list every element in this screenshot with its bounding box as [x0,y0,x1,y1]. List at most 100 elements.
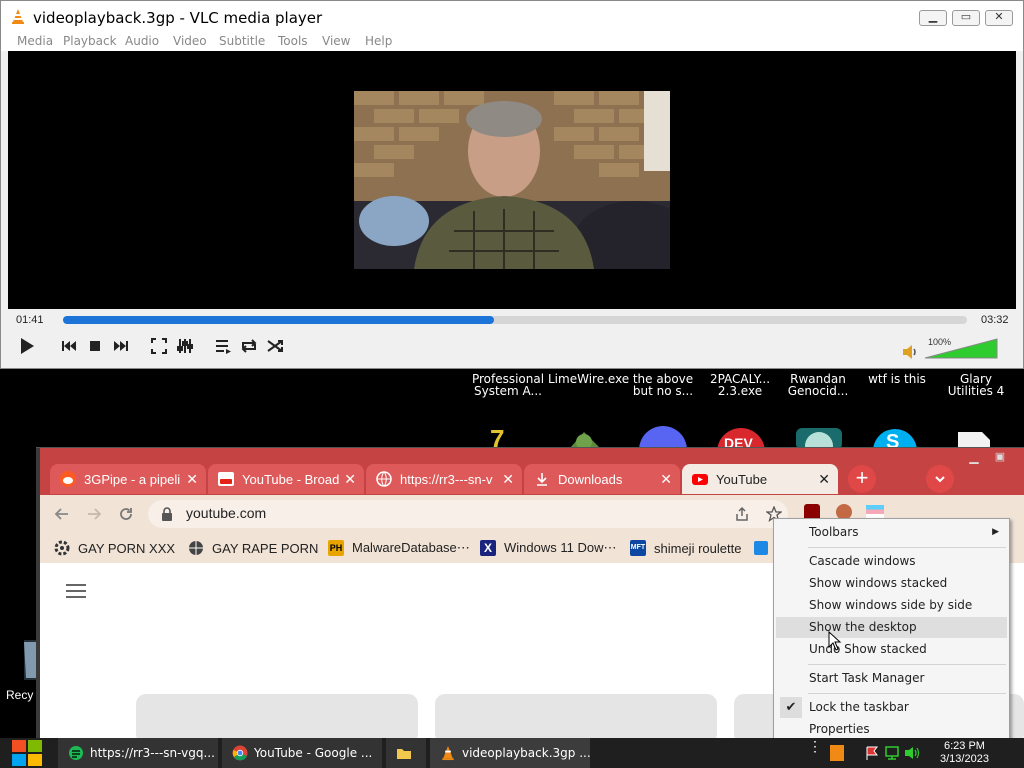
seek-bar-progress [63,316,495,324]
menu-subtitle[interactable]: Subtitle [219,34,265,48]
vlc-close-button[interactable]: ✕ [985,10,1013,26]
menu-view[interactable]: View [322,34,350,48]
desktop-icon-label[interactable]: 2PACALY... 2.3.exe [704,373,776,397]
ctx-show-desktop[interactable]: Show the desktop [776,617,1007,638]
tab-youtube-broad[interactable]: YouTube - Broad ✕ [208,464,364,494]
globe-icon[interactable] [794,426,844,448]
close-icon[interactable]: ✕ [818,471,830,488]
limewire-icon[interactable] [564,428,606,448]
video-thumbnail-placeholder[interactable] [435,694,717,744]
taskbar-item-vlc[interactable]: videoplayback.3gp ... [430,738,590,768]
vlc-maximize-button[interactable]: ▭ [952,10,980,26]
taskbar-item-chrome[interactable]: YouTube - Google ... [222,738,382,768]
desktop-icon-label[interactable]: Glary Utilities 4 [936,373,1016,397]
elapsed-time: 01:41 [16,314,44,326]
bookmark-item[interactable]: MFT shimeji roulette [630,538,741,558]
address-bar[interactable]: youtube.com [148,500,788,528]
tray-vlc-icon[interactable] [830,745,844,761]
desktop-icon-label[interactable]: wtf is this [862,373,932,385]
vlc-titlebar[interactable]: videoplayback.3gp - VLC media player ▁ ▭… [1,1,1023,31]
file-icon[interactable] [956,430,992,448]
ctx-properties[interactable]: Properties [776,719,1007,740]
menu-playback[interactable]: Playback [63,34,117,48]
seek-bar[interactable] [63,316,967,324]
shuffle-button[interactable] [263,334,287,358]
hamburger-menu-icon[interactable] [66,583,86,599]
video-thumbnail-placeholder[interactable] [136,694,418,744]
dev-icon[interactable]: DEV [716,428,766,448]
desktop-icon-label[interactable]: LimeWire.exe [548,373,629,385]
menu-media[interactable]: Media [17,34,53,48]
previous-button[interactable] [57,334,81,358]
windows-start-icon[interactable] [10,739,44,767]
playlist-button[interactable] [211,334,235,358]
loop-button[interactable] [237,334,261,358]
tab-search-button[interactable] [926,465,954,493]
volume-icon[interactable] [904,745,920,761]
ctx-start-task-manager[interactable]: Start Task Manager [776,668,1007,689]
ctx-undo-show-stacked[interactable]: Undo Show stacked [776,639,1007,660]
video-frame [354,91,670,269]
fullscreen-button[interactable] [147,334,171,358]
forward-arrow-icon[interactable] [86,506,102,522]
mft-icon: MFT [630,540,646,556]
x-icon: X [480,540,496,556]
extended-settings-button[interactable] [173,334,197,358]
ctx-show-windows-stacked[interactable]: Show windows stacked [776,573,1007,594]
volume-speaker-icon[interactable] [902,344,918,360]
desktop-icon-label[interactable]: Rwandan Genocid... [782,373,854,397]
tray-overflow-icon[interactable]: ⋮ [808,739,822,753]
close-icon[interactable]: ✕ [186,471,198,488]
skype-icon[interactable]: S [872,428,918,448]
flag-extension-icon[interactable] [866,505,884,519]
archive-icon[interactable]: 7 [488,428,520,448]
clock-time[interactable]: 6:23 PM [944,740,985,752]
ctx-show-windows-side-by-side[interactable]: Show windows side by side [776,595,1007,616]
share-icon[interactable] [734,506,750,522]
close-icon[interactable]: ✕ [502,471,514,488]
play-button[interactable] [15,334,39,358]
desktop-icon-label[interactable]: the above but no s... [628,373,698,397]
menu-help[interactable]: Help [365,34,392,48]
network-icon[interactable] [884,745,900,761]
submenu-arrow-icon: ▶ [992,527,999,537]
discord-icon[interactable] [638,426,688,448]
mouse-cursor-icon [828,631,842,651]
lock-icon[interactable] [160,506,174,522]
reload-icon[interactable] [118,506,134,522]
tab-3gpipe[interactable]: 3GPipe - a pipeli ✕ [50,464,206,494]
bookmark-label: MalwareDatabase⋯ [352,540,470,555]
new-tab-button[interactable]: + [848,465,876,493]
ctx-cascade-windows[interactable]: Cascade windows [776,551,1007,572]
stop-button[interactable] [83,334,107,358]
tab-downloads[interactable]: Downloads ✕ [524,464,680,494]
chrome-minimize-button[interactable]: ▁ [964,450,984,464]
bookmark-item[interactable]: PH MalwareDatabase⋯ [328,538,470,558]
tray-flag-icon[interactable] [864,745,880,761]
bookmark-item[interactable]: X Windows 11 Dow⋯ [480,538,616,558]
next-button[interactable] [109,334,133,358]
menu-audio[interactable]: Audio [125,34,159,48]
close-icon[interactable]: ✕ [660,471,672,488]
bookmark-item[interactable]: GAY RAPE PORN [188,538,318,558]
url-text: youtube.com [186,505,267,521]
back-arrow-icon[interactable] [54,506,70,522]
chrome-maximize-button[interactable]: ▣ [990,450,1010,464]
bookmark-overflow-icon[interactable] [754,541,768,555]
tab-rr3-url[interactable]: https://rr3---sn-v ✕ [366,464,522,494]
recycle-bin-label[interactable]: Recy [6,688,33,702]
desktop-icon-label[interactable]: Professional System A... [470,373,546,397]
vlc-minimize-button[interactable]: ▁ [919,10,947,26]
ctx-lock-taskbar[interactable]: ✔ Lock the taskbar [776,697,1007,718]
ctx-toolbars[interactable]: Toolbars ▶ [776,522,1007,543]
video-area[interactable] [8,51,1016,309]
clock-date[interactable]: 3/13/2023 [940,753,989,765]
taskbar-item-notepad[interactable]: https://rr3---sn-vgq... [58,738,218,768]
tab-youtube-active[interactable]: YouTube ✕ [682,464,838,494]
menu-tools[interactable]: Tools [278,34,308,48]
menu-video[interactable]: Video [173,34,207,48]
bookmark-item[interactable]: GAY PORN XXX [54,538,175,558]
taskbar-item-explorer[interactable] [386,738,426,768]
close-icon[interactable]: ✕ [344,471,356,488]
volume-slider[interactable] [923,337,999,360]
